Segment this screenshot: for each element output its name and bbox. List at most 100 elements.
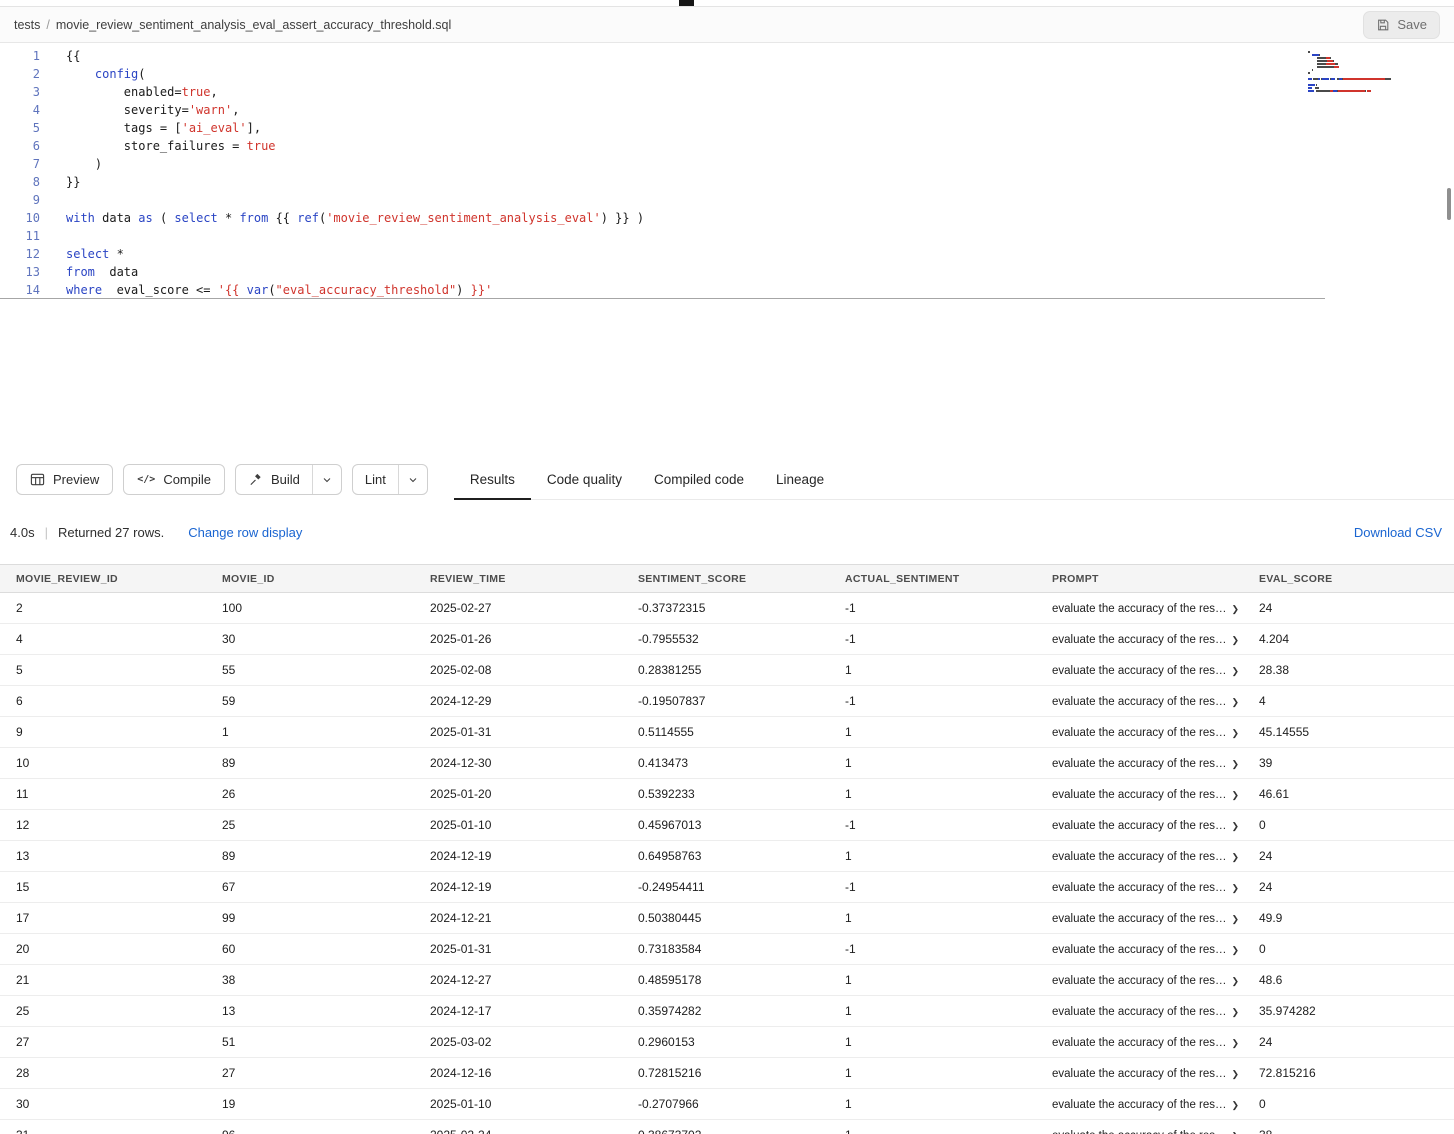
tab-compiled-code[interactable]: Compiled code xyxy=(638,459,760,499)
prompt-cell: evaluate the accuracy of the res…❯ xyxy=(1036,601,1243,615)
change-row-display-link[interactable]: Change row display xyxy=(188,525,302,540)
expand-prompt-icon[interactable]: ❯ xyxy=(1232,1100,1240,1111)
preview-button[interactable]: Preview xyxy=(16,464,113,495)
editor-scrollbar[interactable] xyxy=(1447,188,1451,220)
expand-prompt-icon[interactable]: ❯ xyxy=(1232,1038,1240,1049)
compile-button[interactable]: </> Compile xyxy=(123,464,225,495)
code-editor[interactable]: 1{{2 config(3 enabled=true,4 severity='w… xyxy=(0,43,1454,459)
code-line[interactable]: 14where eval_score <= '{{ var("eval_accu… xyxy=(0,281,1325,299)
tab-code-quality[interactable]: Code quality xyxy=(531,459,638,499)
table-cell: 25 xyxy=(206,818,414,832)
save-button[interactable]: Save xyxy=(1363,11,1440,39)
expand-prompt-icon[interactable]: ❯ xyxy=(1232,1007,1240,1018)
table-cell: 0.73183584 xyxy=(622,942,829,956)
line-number: 6 xyxy=(0,137,40,155)
expand-prompt-icon[interactable]: ❯ xyxy=(1232,945,1240,956)
table-cell: 20 xyxy=(0,942,206,956)
table-cell: -0.7955532 xyxy=(622,632,829,646)
table-cell: 30 xyxy=(206,632,414,646)
tab-lineage[interactable]: Lineage xyxy=(760,459,840,499)
expand-prompt-icon[interactable]: ❯ xyxy=(1232,666,1240,677)
status-divider: | xyxy=(45,525,48,540)
prompt-cell: evaluate the accuracy of the res…❯ xyxy=(1036,911,1243,925)
table-cell: 30 xyxy=(0,1097,206,1111)
code-line[interactable]: 6 store_failures = true xyxy=(0,137,1454,155)
expand-prompt-icon[interactable]: ❯ xyxy=(1232,852,1240,863)
prompt-text: evaluate the accuracy of the res… xyxy=(1052,882,1227,894)
code-text: store_failures = true xyxy=(66,137,276,155)
line-number: 4 xyxy=(0,101,40,119)
table-cell: 25 xyxy=(0,1004,206,1018)
expand-prompt-icon[interactable]: ❯ xyxy=(1232,976,1240,987)
code-text: ) xyxy=(66,155,102,173)
lint-button[interactable]: Lint xyxy=(353,465,398,494)
expand-prompt-icon[interactable]: ❯ xyxy=(1232,821,1240,832)
minimap-line xyxy=(1308,75,1428,77)
minimap-line xyxy=(1308,54,1428,56)
prompt-cell: evaluate the accuracy of the res…❯ xyxy=(1036,973,1243,987)
minimap[interactable] xyxy=(1308,51,1428,93)
tab-results[interactable]: Results xyxy=(454,459,531,499)
eval-score-cell: 46.61 xyxy=(1243,787,1454,801)
table-cell: 2024-12-16 xyxy=(414,1066,622,1080)
table-row: 20602025-01-310.73183584-1evaluate the a… xyxy=(0,934,1454,965)
code-line[interactable]: 1{{ xyxy=(0,47,1454,65)
column-header: SENTIMENT_SCORE xyxy=(622,573,829,585)
prompt-text: evaluate the accuracy of the res… xyxy=(1052,665,1227,677)
topbar: tests / movie_review_sentiment_analysis_… xyxy=(0,7,1454,43)
code-line[interactable]: 12select * xyxy=(0,245,1454,263)
table-cell: 1 xyxy=(206,725,414,739)
prompt-cell: evaluate the accuracy of the res…❯ xyxy=(1036,787,1243,801)
code-line[interactable]: 13from data xyxy=(0,263,1454,281)
table-cell: 1 xyxy=(829,1097,1036,1111)
code-line[interactable]: 2 config( xyxy=(0,65,1454,83)
prompt-text: evaluate the accuracy of the res… xyxy=(1052,758,1227,770)
code-line[interactable]: 11 xyxy=(0,227,1454,245)
table-cell: 0.5392233 xyxy=(622,787,829,801)
prompt-cell: evaluate the accuracy of the res… ❯ xyxy=(1036,1097,1243,1111)
lint-button-group: Lint xyxy=(352,464,428,495)
code-line[interactable]: 8}} xyxy=(0,173,1454,191)
build-button[interactable]: Build xyxy=(236,465,312,494)
table-row: 21002025-02-27-0.37372315-1evaluate the … xyxy=(0,593,1454,624)
table-row: 21382024-12-270.485951781evaluate the ac… xyxy=(0,965,1454,996)
code-line[interactable]: 3 enabled=true, xyxy=(0,83,1454,101)
download-csv-link[interactable]: Download CSV xyxy=(1354,525,1444,540)
expand-prompt-icon[interactable]: ❯ xyxy=(1232,914,1240,925)
code-text: {{ xyxy=(66,47,80,65)
preview-button-label: Preview xyxy=(53,472,99,487)
expand-prompt-icon[interactable]: ❯ xyxy=(1232,759,1240,770)
build-dropdown-button[interactable] xyxy=(312,465,341,494)
expand-prompt-icon[interactable]: ❯ xyxy=(1232,883,1240,894)
code-line[interactable]: 7 ) xyxy=(0,155,1454,173)
table-row: 11262025-01-200.53922331evaluate the acc… xyxy=(0,779,1454,810)
expand-prompt-icon[interactable]: ❯ xyxy=(1232,728,1240,739)
eval-score-cell: 24 xyxy=(1243,601,1454,615)
expand-prompt-icon[interactable]: ❯ xyxy=(1232,697,1240,708)
table-cell: 0.35974282 xyxy=(622,1004,829,1018)
breadcrumb-folder[interactable]: tests xyxy=(14,18,40,32)
eval-score-cell: 35.974282 xyxy=(1243,1004,1454,1018)
app-window: tests / movie_review_sentiment_analysis_… xyxy=(0,0,1454,1134)
expand-prompt-icon[interactable]: ❯ xyxy=(1232,635,1240,646)
prompt-text: evaluate the accuracy of the res… xyxy=(1052,944,1227,956)
minimap-line xyxy=(1308,69,1428,71)
table-row: 13892024-12-190.649587631evaluate the ac… xyxy=(0,841,1454,872)
table-cell: 99 xyxy=(206,911,414,925)
prompt-text: evaluate the accuracy of the res… xyxy=(1052,1099,1227,1111)
expand-prompt-icon[interactable]: ❯ xyxy=(1232,1069,1240,1080)
expand-prompt-icon[interactable]: ❯ xyxy=(1232,790,1240,801)
code-line[interactable]: 10with data as ( select * from {{ ref('m… xyxy=(0,209,1454,227)
code-line[interactable]: 5 tags = ['ai_eval'], xyxy=(0,119,1454,137)
table-row: 31962025-02-240.386737021evaluate the ac… xyxy=(0,1120,1454,1134)
lint-dropdown-button[interactable] xyxy=(398,465,427,494)
table-cell: 2024-12-27 xyxy=(414,973,622,987)
table-cell: 2024-12-30 xyxy=(414,756,622,770)
compile-icon: </> xyxy=(137,474,155,485)
line-number: 8 xyxy=(0,173,40,191)
line-number: 9 xyxy=(0,191,40,209)
code-line[interactable]: 9 xyxy=(0,191,1454,209)
code-line[interactable]: 4 severity='warn', xyxy=(0,101,1454,119)
table-cell: 2025-01-26 xyxy=(414,632,622,646)
expand-prompt-icon[interactable]: ❯ xyxy=(1232,604,1240,615)
